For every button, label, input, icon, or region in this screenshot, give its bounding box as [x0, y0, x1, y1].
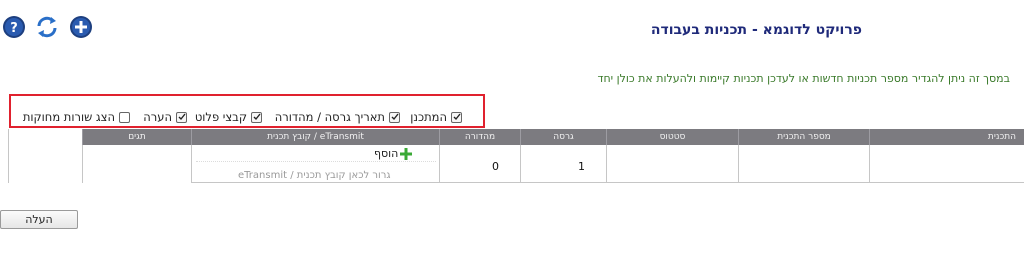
note-checkbox[interactable] [176, 111, 187, 123]
option-label: המתכנן [410, 110, 447, 124]
svg-text:?: ? [10, 21, 18, 36]
cell-status[interactable] [606, 145, 738, 183]
column-header-tags[interactable]: תגים [82, 129, 191, 145]
drop-zone-divider [196, 161, 436, 162]
column-header-status[interactable]: סטטוס [606, 129, 738, 145]
add-icon[interactable] [69, 15, 93, 39]
help-icon[interactable]: ? [2, 15, 26, 39]
add-file-label: הוסף [374, 147, 399, 160]
option-note[interactable]: הערה [143, 110, 187, 124]
column-header-edition[interactable]: מהדורה [439, 129, 520, 145]
page-title: פרויקט לדוגמא - תכניות בעבודה [650, 22, 862, 38]
drop-zone-hint: גרור לכאן קובץ תכנית / eTransmit [238, 170, 391, 181]
option-label: הערה [143, 110, 172, 124]
edition-value: 0 [492, 160, 499, 173]
show-deleted-checkbox[interactable] [119, 111, 130, 123]
option-show-deleted[interactable]: הצג שורות מחוקות [23, 110, 130, 124]
plus-icon [400, 147, 413, 160]
plot-files-checkbox[interactable] [251, 111, 262, 123]
cell-edition[interactable] [439, 145, 520, 183]
version-value: 1 [578, 160, 585, 173]
table-left-border [8, 129, 9, 183]
column-header-plan-number[interactable]: מספר התכנית [738, 129, 869, 145]
cell-version[interactable] [520, 145, 606, 183]
plans-table: תגים קובץ תכנית / eTransmit מהדורה גרסה … [82, 129, 1024, 183]
column-header-plan-name[interactable]: התכנית [869, 129, 1024, 145]
add-file-link[interactable]: הוסף [374, 147, 413, 160]
option-version-date[interactable]: תאריך גרסה / מהדורה [275, 110, 400, 124]
cell-plan-number[interactable] [738, 145, 869, 183]
column-header-file[interactable]: קובץ תכנית / eTransmit [191, 129, 439, 145]
page-description: במסך זה ניתן להגדיר מספר תכניות חדשות או… [597, 72, 1010, 85]
option-label: קבצי פלוט [194, 110, 247, 124]
option-label: תאריך גרסה / מהדורה [274, 110, 385, 124]
cell-plan-name[interactable] [869, 145, 1024, 183]
option-planner[interactable]: המתכנן [410, 110, 462, 124]
column-header-version[interactable]: גרסה [520, 129, 606, 145]
refresh-icon[interactable] [35, 15, 59, 39]
option-plot-files[interactable]: קבצי פלוט [195, 110, 262, 124]
upload-button[interactable]: העלה [0, 210, 78, 229]
planner-checkbox[interactable] [451, 111, 462, 123]
version-date-checkbox[interactable] [389, 111, 400, 123]
option-label: הצג שורות מחוקות [22, 110, 115, 124]
cell-tags[interactable] [82, 145, 191, 183]
